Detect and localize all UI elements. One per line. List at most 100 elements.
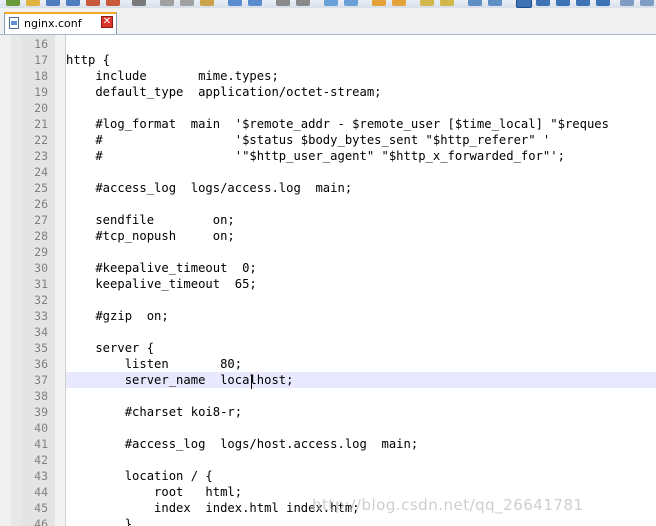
- code-text[interactable]: keepalive_timeout 65;: [66, 276, 656, 292]
- code-text[interactable]: sendfile on;: [66, 212, 656, 228]
- line-number: 22: [34, 133, 48, 147]
- monitor-icon[interactable]: [620, 0, 634, 6]
- line-number: 16: [34, 37, 48, 51]
- code-line[interactable]: 34: [0, 324, 656, 340]
- code-text[interactable]: default_type application/octet-stream;: [66, 84, 656, 100]
- code-text[interactable]: server_name localhost;: [66, 372, 656, 388]
- save-all-icon[interactable]: [66, 0, 80, 6]
- save-icon[interactable]: [46, 0, 60, 6]
- sync-horizontal-icon[interactable]: [392, 0, 406, 6]
- copy-icon[interactable]: [180, 0, 194, 6]
- code-text[interactable]: #charset koi8-r;: [66, 404, 656, 420]
- code-line[interactable]: 24: [0, 164, 656, 180]
- code-line[interactable]: 32: [0, 292, 656, 308]
- zoom-in-icon[interactable]: [324, 0, 338, 6]
- cut-icon[interactable]: [160, 0, 174, 6]
- code-line[interactable]: 18 include mime.types;: [0, 68, 656, 84]
- macro-stop-icon[interactable]: [536, 0, 550, 6]
- line-number: 37: [34, 373, 48, 387]
- macro-record-icon[interactable]: [516, 0, 532, 8]
- redo-icon[interactable]: [248, 0, 262, 6]
- code-text[interactable]: }: [66, 516, 656, 526]
- find-icon[interactable]: [276, 0, 290, 6]
- code-text[interactable]: #access_log logs/host.access.log main;: [66, 436, 656, 452]
- code-editor[interactable]: 16 17 http {18 include mime.types; 19 defau…: [0, 36, 656, 526]
- code-line[interactable]: 28 #tcp_nopush on;: [0, 228, 656, 244]
- macro-play-icon[interactable]: [556, 0, 570, 6]
- code-text[interactable]: # '$status $body_bytes_sent "$http_refer…: [66, 132, 656, 148]
- line-number: 35: [34, 341, 48, 355]
- code-text[interactable]: #access_log logs/access.log main;: [66, 180, 656, 196]
- code-line[interactable]: 27 sendfile on;: [0, 212, 656, 228]
- print-icon[interactable]: [132, 0, 146, 6]
- function-list-icon[interactable]: [640, 0, 654, 6]
- text-caret: [251, 375, 252, 389]
- code-text[interactable]: server {: [66, 340, 656, 356]
- show-all-chars-icon[interactable]: [440, 0, 454, 6]
- word-wrap-icon[interactable]: [420, 0, 434, 6]
- code-line[interactable]: 25 #access_log logs/access.log main;: [0, 180, 656, 196]
- line-number: 24: [34, 165, 48, 179]
- code-line[interactable]: 23 # '"$http_user_agent" "$http_x_forwar…: [0, 148, 656, 164]
- code-line[interactable]: 38: [0, 388, 656, 404]
- code-line[interactable]: 39 #charset koi8-r;: [0, 404, 656, 420]
- watermark: http://blog.csdn.net/qq_26641781: [312, 496, 584, 514]
- code-text[interactable]: location / {: [66, 468, 656, 484]
- code-line[interactable]: 21 #log_format main '$remote_addr - $rem…: [0, 116, 656, 132]
- code-line[interactable]: 31 keepalive_timeout 65;: [0, 276, 656, 292]
- code-line[interactable]: 33 #gzip on;: [0, 308, 656, 324]
- replace-icon[interactable]: [296, 0, 310, 6]
- code-text[interactable]: listen 80;: [66, 356, 656, 372]
- code-text[interactable]: # '"$http_user_agent" "$http_x_forwarded…: [66, 148, 656, 164]
- line-number: 31: [34, 277, 48, 291]
- code-line[interactable]: 19 default_type application/octet-stream…: [0, 84, 656, 100]
- undo-icon[interactable]: [228, 0, 242, 6]
- close-icon[interactable]: ✕: [101, 16, 113, 28]
- code-line[interactable]: 46 }: [0, 516, 656, 526]
- code-line[interactable]: 43 location / {: [0, 468, 656, 484]
- code-line[interactable]: 36 listen 80;: [0, 356, 656, 372]
- code-line[interactable]: 35 server {: [0, 340, 656, 356]
- code-text[interactable]: #tcp_nopush on;: [66, 228, 656, 244]
- tab-bar: nginx.conf ✕: [0, 8, 656, 35]
- code-line[interactable]: 26: [0, 196, 656, 212]
- code-text[interactable]: #gzip on;: [66, 308, 656, 324]
- code-line[interactable]: 41 #access_log logs/host.access.log main…: [0, 436, 656, 452]
- code-line[interactable]: 40: [0, 420, 656, 436]
- new-file-icon[interactable]: [6, 0, 20, 6]
- code-line[interactable]: 16: [0, 36, 656, 52]
- close-all-icon[interactable]: [106, 0, 120, 6]
- open-file-icon[interactable]: [26, 0, 40, 6]
- line-number: 45: [34, 501, 48, 515]
- code-line[interactable]: 29: [0, 244, 656, 260]
- code-text[interactable]: http {: [66, 52, 656, 68]
- tab-nginx-conf[interactable]: nginx.conf ✕: [4, 12, 117, 34]
- line-number: 34: [34, 325, 48, 339]
- macro-run-multiple-icon[interactable]: [576, 0, 590, 6]
- zoom-out-icon[interactable]: [344, 0, 358, 6]
- code-line[interactable]: 20: [0, 100, 656, 116]
- line-number: 42: [34, 453, 48, 467]
- code-line[interactable]: 37 server_name localhost;: [0, 372, 656, 389]
- code-line[interactable]: 42: [0, 452, 656, 468]
- indent-guide-icon[interactable]: [468, 0, 482, 6]
- line-number: 41: [34, 437, 48, 451]
- close-file-icon[interactable]: [86, 0, 100, 6]
- line-number: 28: [34, 229, 48, 243]
- code-line[interactable]: 17 http {: [0, 52, 656, 68]
- language-icon[interactable]: [488, 0, 502, 6]
- code-line[interactable]: 30 #keepalive_timeout 0;: [0, 260, 656, 276]
- line-number: 19: [34, 85, 48, 99]
- code-text[interactable]: include mime.types;: [66, 68, 656, 84]
- line-number: 25: [34, 181, 48, 195]
- code-text[interactable]: #log_format main '$remote_addr - $remote…: [66, 116, 656, 132]
- notepad-plus-plus-window: nginx.conf ✕ 16 17 http {18 include mime.t…: [0, 0, 656, 526]
- sync-vertical-icon[interactable]: [372, 0, 386, 6]
- paste-icon[interactable]: [200, 0, 214, 6]
- code-text[interactable]: #keepalive_timeout 0;: [66, 260, 656, 276]
- file-icon: [9, 17, 19, 29]
- line-number: 43: [34, 469, 48, 483]
- macro-save-icon[interactable]: [596, 0, 610, 6]
- code-line[interactable]: 22 # '$status $body_bytes_sent "$http_re…: [0, 132, 656, 148]
- line-number: 40: [34, 421, 48, 435]
